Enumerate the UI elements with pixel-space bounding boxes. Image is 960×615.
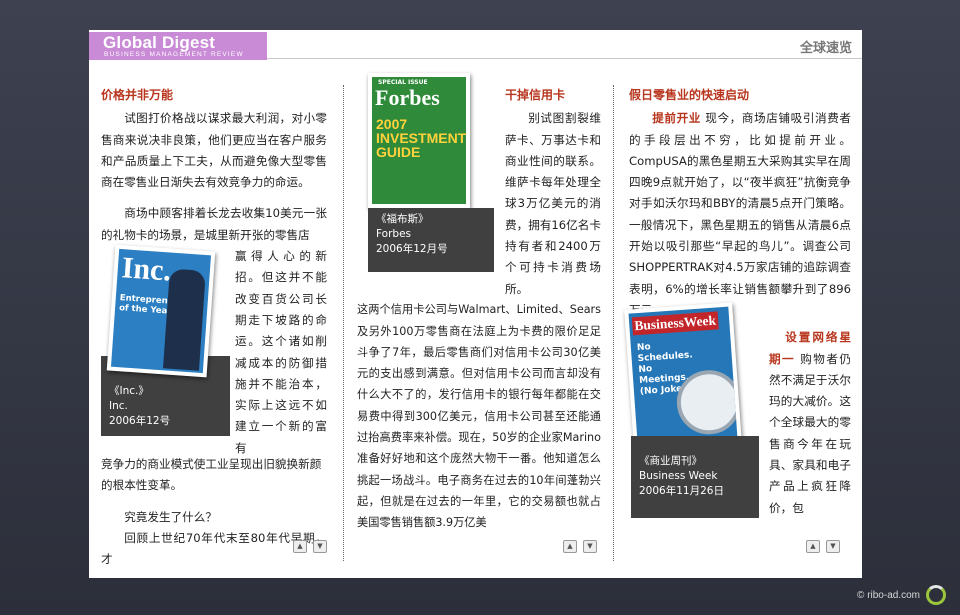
- article-heading: 干掉信用卡: [505, 88, 566, 102]
- caption-date: 2006年12号: [109, 415, 171, 427]
- article-heading: 假日零售业的快速启动: [629, 88, 750, 102]
- scroll-up-button[interactable]: ▲: [806, 540, 820, 553]
- cover-logo: BusinessWeek: [631, 311, 719, 336]
- paragraph-text: 现今，商场店铺吸引消费者的手段层出不穷，比如提前开业。CompUSA的黑色星期五…: [629, 111, 851, 317]
- scroll-down-button[interactable]: ▼: [826, 540, 840, 553]
- caption-title: 《Inc.》: [109, 385, 149, 397]
- site-logo-icon: [926, 585, 946, 605]
- column-divider: [343, 85, 344, 561]
- brand-box: Global Digest BUSINESS MANAGEMENT REVIEW: [89, 32, 267, 60]
- article-column-2: 干掉信用卡 别试图割裂维萨卡、万事达卡和商业性间的联系。维萨卡每年处理全球3万亿…: [357, 85, 601, 534]
- inc-magazine-cover[interactable]: Inc. Entrepreneur of the Year: [106, 244, 216, 378]
- brand-subtitle: BUSINESS MANAGEMENT REVIEW: [104, 51, 244, 58]
- scroll-down-button[interactable]: ▼: [313, 540, 327, 553]
- article-paragraph: 竞争力的商业模式使工业呈现出旧貌换新颜的根本性变革。: [101, 457, 322, 493]
- businessweek-magazine-cover[interactable]: BusinessWeek No Schedules. No Meetings. …: [624, 302, 742, 450]
- caption-english: Inc.: [109, 400, 128, 412]
- column-2-scroll-controls: ▲ ▼: [563, 540, 597, 554]
- article-paragraph: 商场中顾客排着长龙去收集10美元一张的礼物卡的场景，是城里新开张的零售店: [101, 206, 327, 242]
- column-1-scroll-controls: ▲ ▼: [293, 540, 327, 554]
- scroll-up-button[interactable]: ▲: [563, 540, 577, 553]
- article-heading: 价格并非万能: [101, 88, 174, 102]
- header-divider: [267, 58, 862, 59]
- magazine-panel: Global Digest BUSINESS MANAGEMENT REVIEW…: [89, 30, 862, 578]
- panel-header: Global Digest BUSINESS MANAGEMENT REVIEW…: [89, 30, 862, 60]
- caption-english: Business Week: [639, 470, 718, 482]
- copyright-text: © ribo-ad.com: [857, 590, 920, 601]
- column-3-scroll-controls: ▲ ▼: [806, 540, 840, 554]
- scroll-down-button[interactable]: ▼: [583, 540, 597, 553]
- scroll-up-button[interactable]: ▲: [293, 540, 307, 553]
- column-divider: [613, 85, 614, 561]
- article-paragraph: 设置网络星期一 购物者仍然不满足于沃尔玛的大减价。这个全球最大的零售商今年在玩具…: [769, 327, 851, 519]
- caption-title: 《商业周刊》: [639, 455, 702, 467]
- section-title: 全球速览: [799, 41, 852, 56]
- article-paragraph: 这两个信用卡公司与Walmart、Limited、Sears及另外100万零售商…: [357, 303, 601, 530]
- caption-date: 2006年11月26日: [639, 485, 724, 497]
- article-paragraph: 试图打价格战以谋求最大利润，对小零售商来说决非良策，他们更应当在客户服务和产品质…: [101, 111, 327, 190]
- article-paragraph: 提前开业 现今，商场店铺吸引消费者的手段层出不穷，比如提前开业。CompUSA的…: [629, 108, 851, 321]
- article-paragraph: 究竟发生了什么？: [124, 509, 217, 524]
- cover-person: [163, 268, 206, 371]
- brand-title: Global Digest: [103, 33, 216, 52]
- lead-phrase: 提前开业: [652, 111, 701, 126]
- article-paragraph: 赢得人心的新招。但这并不能改变百货公司长期走下坡路的命运。这个诸如削减成本的防御…: [235, 249, 327, 455]
- paragraph-text: 购物者仍然不满足于沃尔玛的大减价。这个全球最大的零售商今年在玩具、家具和电子产品…: [769, 351, 851, 515]
- cover-logo: Inc.: [120, 251, 173, 288]
- cover-caption: 《商业周刊》 Business Week 2006年11月26日: [631, 436, 759, 518]
- article-paragraph: 别试图割裂维萨卡、万事达卡和商业性间的联系。维萨卡每年处理全球3万亿美元的消费，…: [505, 111, 601, 296]
